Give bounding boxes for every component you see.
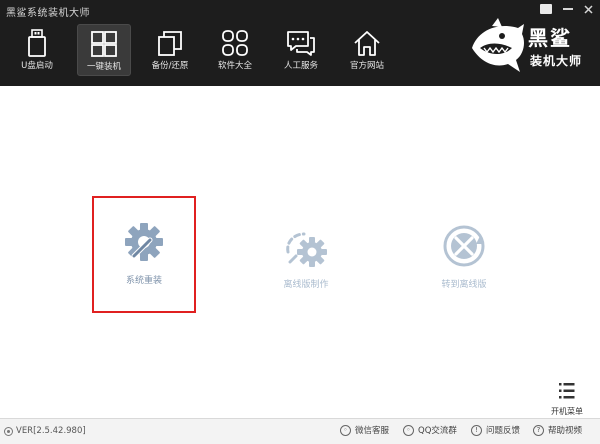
nav-item-manual-service[interactable]: 人工服务 [274, 24, 328, 76]
offline-gear-icon [286, 232, 327, 267]
wechat-support-link[interactable]: ◦ 微信客服 [340, 424, 389, 436]
wechat-icon: ◦ [340, 424, 351, 436]
nav-label: 软件大全 [217, 61, 252, 71]
footer-link-label: 问题反馈 [486, 426, 521, 436]
backup-copy-icon [158, 31, 182, 56]
nav-item-usb-boot[interactable]: U盘启动 [10, 24, 64, 76]
help-video-link[interactable]: ? 帮助视频 [533, 424, 582, 436]
minimize-button[interactable] [558, 0, 578, 18]
offline-version-make-button[interactable]: 离线版制作 [263, 202, 349, 314]
apps-grid-icon [222, 30, 248, 56]
footer-link-label: QQ交流群 [418, 426, 457, 436]
app-header: 黑鲨系统装机大师 U盘启动 一键装机 备份/还原 软件大全 人工服务 官方网站 … [0, 0, 600, 86]
version-icon [4, 426, 13, 436]
version-text: VER[2.5.42.980] [16, 426, 86, 436]
nav-label: 一键装机 [86, 62, 121, 72]
feedback-icon: ! [471, 424, 482, 436]
switch-to-offline-button[interactable]: 转到离线版 [421, 202, 507, 314]
nav-item-software[interactable]: 软件大全 [208, 24, 262, 76]
list-menu-icon [559, 383, 575, 399]
menu-icon [540, 4, 552, 14]
brand-logo: 黑鲨 装机大师 [468, 18, 588, 78]
feature-label: 系统重装 [125, 276, 162, 286]
gear-wrench-icon [125, 223, 163, 261]
window-menu-button[interactable] [536, 0, 556, 18]
status-bar: VER[2.5.42.980] ◦ 微信客服 ◦ QQ交流群 ! 问题反馈 ? … [0, 418, 600, 444]
boot-menu-button[interactable]: 开机菜单 [547, 382, 587, 416]
version-info: VER[2.5.42.980] [4, 426, 86, 436]
footer-link-label: 微信客服 [355, 426, 390, 436]
nav-item-one-click-install[interactable]: 一键装机 [77, 24, 131, 76]
usb-drive-icon [28, 29, 46, 57]
tools-refresh-icon [443, 225, 485, 267]
nav-label: 官方网站 [349, 61, 384, 71]
minimize-icon [563, 8, 573, 10]
footer-link-label: 帮助视频 [548, 426, 583, 436]
close-button[interactable] [578, 0, 598, 18]
shark-logo-icon [472, 18, 524, 72]
windows-icon [91, 31, 117, 57]
nav-item-backup-restore[interactable]: 备份/还原 [143, 24, 197, 76]
main-panel: 系统重装 离线版制作 转到离线版 [0, 86, 600, 416]
qq-group-link[interactable]: ◦ QQ交流群 [403, 424, 457, 436]
nav-label: U盘启动 [21, 61, 53, 71]
feature-label: 转到离线版 [441, 280, 487, 290]
chat-icon [287, 31, 315, 56]
logo-text-main: 黑鲨 [528, 26, 572, 50]
home-icon [354, 31, 380, 56]
help-icon: ? [533, 424, 544, 436]
nav-item-official-site[interactable]: 官方网站 [340, 24, 394, 76]
feedback-link[interactable]: ! 问题反馈 [471, 424, 520, 436]
nav-label: 备份/还原 [151, 61, 189, 71]
boot-menu-label: 开机菜单 [551, 407, 583, 416]
logo-text-sub: 装机大师 [530, 54, 583, 68]
qq-icon: ◦ [403, 424, 414, 436]
system-reinstall-button[interactable]: 系统重装 [92, 196, 196, 313]
window-title: 黑鲨系统装机大师 [6, 8, 90, 19]
feature-label: 离线版制作 [283, 280, 329, 290]
close-icon [583, 4, 593, 14]
nav-label: 人工服务 [283, 61, 318, 71]
